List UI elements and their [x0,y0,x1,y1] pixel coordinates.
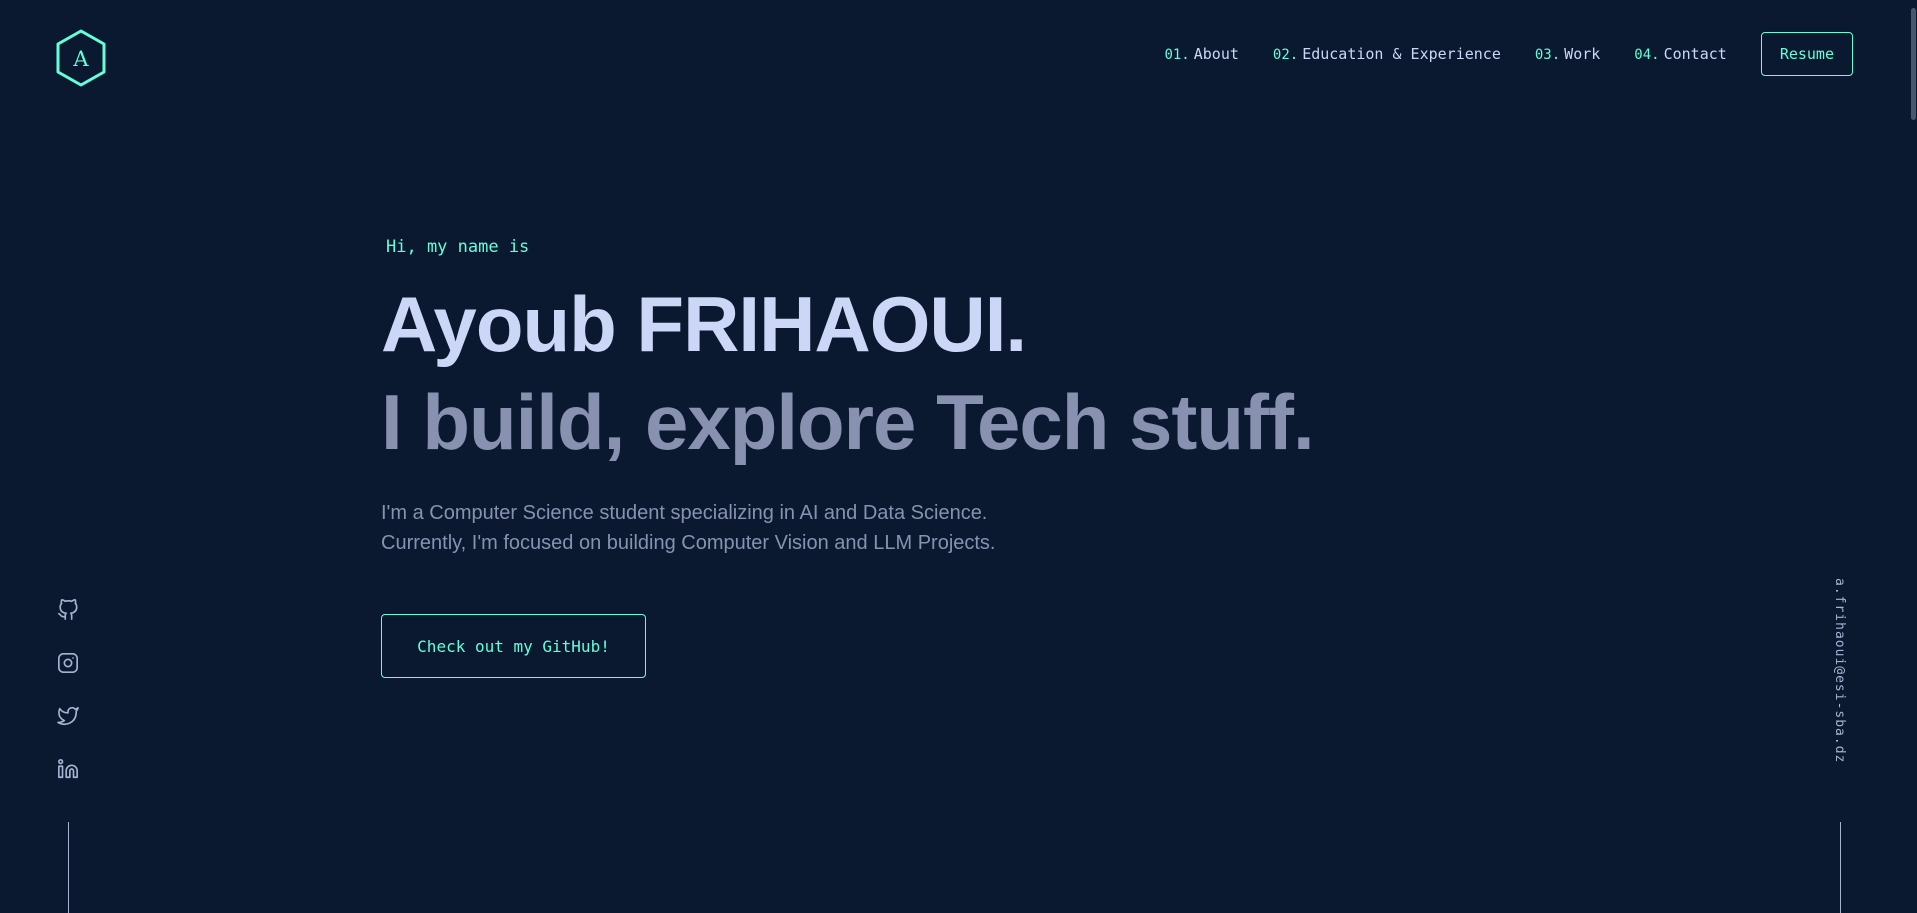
hero-intro: Hi, my name is [386,237,530,257]
scrollbar-thumb[interactable] [1911,8,1916,120]
nav-number: 02. [1272,47,1299,63]
instagram-link[interactable] [56,651,80,675]
nav-item-contact[interactable]: 04. Contact [1634,45,1727,63]
nav-item-work[interactable]: 03. Work [1535,45,1600,63]
nav-label: Education & Experience [1302,45,1501,63]
nav-number: 03. [1534,47,1561,63]
hero-description-line: Currently, I'm focused on building Compu… [381,532,996,554]
github-icon [58,599,78,620]
logo-letter: A [73,46,89,71]
twitter-link[interactable] [56,704,80,728]
github-link[interactable] [56,598,80,622]
hero-name: Ayoub FRIHAOUI. [381,280,1027,368]
instagram-icon [58,653,78,673]
linkedin-icon [58,759,78,779]
hero-description: I'm a Computer Science student specializ… [381,498,1081,558]
email-link[interactable]: a.frihaoui@esi-sba.dz [1823,578,1847,788]
hero-tagline: I build, explore Tech stuff. [381,378,1315,466]
github-cta-button[interactable]: Check out my GitHub! [381,614,646,678]
resume-button[interactable]: Resume [1760,32,1853,76]
right-vertical-line [1840,822,1841,913]
nav-number: 01. [1164,47,1190,63]
hero-description-line: I'm a Computer Science student specializ… [381,502,988,524]
scrollbar[interactable] [1909,0,1917,913]
twitter-icon [57,706,79,726]
portfolio-page: A 01. About 02. Education & Experience 0… [0,0,1917,913]
nav-item-education-experience[interactable]: 02. Education & Experience [1273,45,1501,63]
nav-number: 04. [1634,47,1660,63]
nav-label: Work [1564,45,1601,63]
main-nav: 01. About 02. Education & Experience 03.… [1164,32,1853,76]
nav-label: About [1193,45,1239,63]
logo[interactable]: A [54,28,108,88]
nav-label: Contact [1663,45,1727,63]
hero-section: Hi, my name is Ayoub FRIHAOUI. I build, … [381,234,1481,678]
linkedin-link[interactable] [56,757,80,781]
nav-item-about[interactable]: 01. About [1164,45,1238,63]
left-vertical-line [68,822,69,913]
social-links [56,598,80,810]
